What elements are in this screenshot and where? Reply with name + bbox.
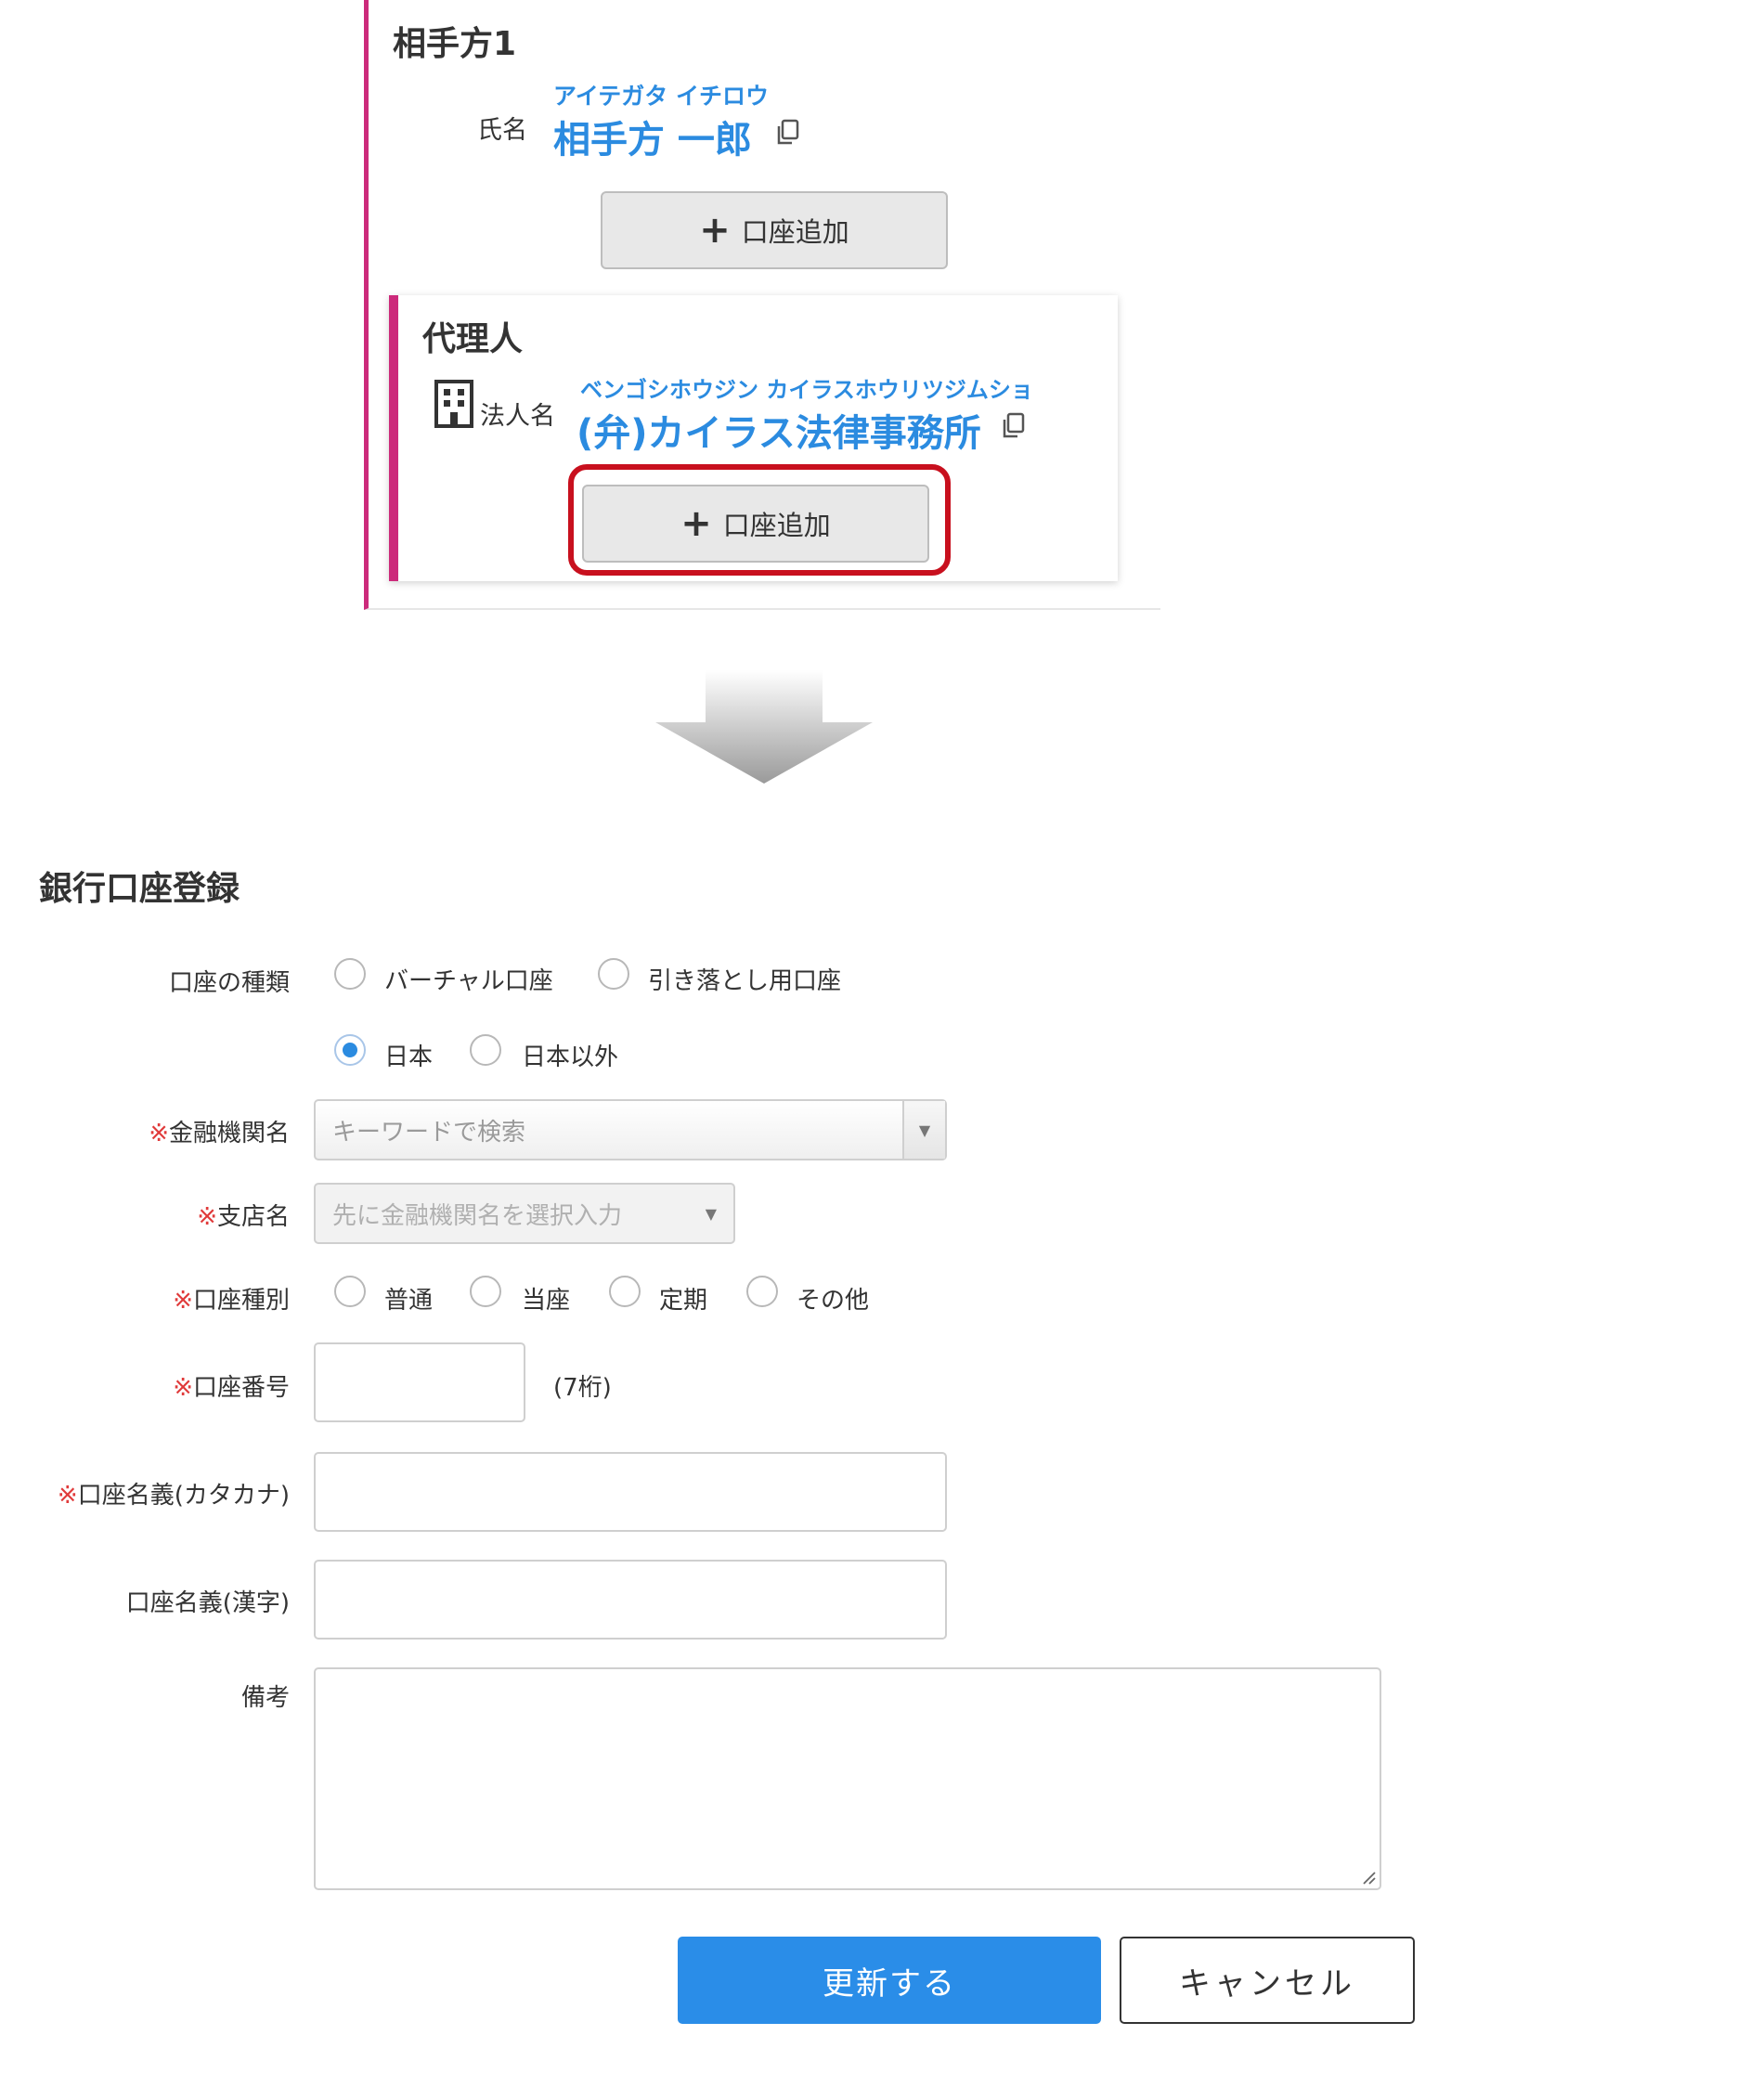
radio-debit-account[interactable] <box>598 958 629 990</box>
corp-name: (弁)カイラス法律事務所 <box>577 412 981 455</box>
bank-label: ※金融機関名 <box>149 1120 290 1147</box>
bank-search-placeholder: キーワードで検索 <box>332 1118 526 1147</box>
radio-outside-japan[interactable] <box>470 1034 501 1066</box>
remarks-label: 備考 <box>240 1684 290 1712</box>
account-number-hint: (7桁) <box>553 1374 612 1402</box>
add-account-label: 口座追加 <box>741 216 849 248</box>
option-other: その他 <box>797 1287 870 1315</box>
bank-search-select[interactable]: キーワードで検索 ▼ <box>314 1099 947 1160</box>
plus-icon: + <box>699 209 731 252</box>
holder-kana-label: ※口座名義(カタカナ) <box>57 1482 290 1510</box>
copy-icon[interactable] <box>774 119 800 147</box>
party-title: 相手方1 <box>393 25 517 63</box>
cancel-button[interactable]: キャンセル <box>1120 1937 1415 2024</box>
branch-label: ※支店名 <box>197 1203 290 1231</box>
option-checking: 当座 <box>522 1287 571 1315</box>
copy-icon[interactable] <box>1000 412 1026 440</box>
party-add-account-button[interactable]: + 口座追加 <box>601 191 948 269</box>
branch-select[interactable]: 先に金融機関名を選択入力 ▼ <box>314 1183 735 1244</box>
remarks-textarea[interactable] <box>314 1667 1381 1890</box>
radio-other[interactable] <box>746 1276 778 1307</box>
account-number-label: ※口座番号 <box>173 1374 290 1402</box>
option-outside-japan: 日本以外 <box>522 1044 619 1071</box>
option-japan: 日本 <box>384 1044 434 1071</box>
account-type-label: ※口座種別 <box>173 1287 290 1315</box>
radio-virtual-account[interactable] <box>334 958 366 990</box>
holder-kanji-label: 口座名義(漢字) <box>125 1589 290 1617</box>
radio-japan[interactable] <box>334 1034 366 1066</box>
name-kana: アイテガタ イチロウ <box>553 83 769 110</box>
radio-fixed[interactable] <box>609 1276 641 1307</box>
holder-kanji-input[interactable] <box>314 1560 947 1640</box>
agent-title: 代理人 <box>422 320 524 358</box>
chevron-down-icon[interactable]: ▼ <box>902 1101 945 1159</box>
branch-placeholder: 先に金融機関名を選択入力 <box>332 1201 623 1230</box>
party-name: 相手方 一郎 <box>553 119 752 162</box>
option-ordinary: 普通 <box>384 1287 434 1315</box>
radio-checking[interactable] <box>470 1276 501 1307</box>
corp-label: 法人名 <box>480 402 555 431</box>
down-arrow-icon <box>655 670 873 784</box>
building-icon <box>434 380 473 428</box>
name-label: 氏名 <box>477 116 527 145</box>
option-fixed: 定期 <box>659 1287 708 1315</box>
option-virtual-account: バーチャル口座 <box>384 967 553 995</box>
resize-grip-icon[interactable] <box>1361 1870 1376 1885</box>
account-number-input[interactable] <box>314 1342 525 1422</box>
form-title: 銀行口座登録 <box>39 870 240 908</box>
holder-kana-input[interactable] <box>314 1452 947 1532</box>
update-button[interactable]: 更新する <box>678 1937 1101 2024</box>
option-debit-account: 引き落とし用口座 <box>648 967 842 995</box>
highlight-frame <box>568 464 951 576</box>
radio-ordinary[interactable] <box>334 1276 366 1307</box>
chevron-down-icon: ▼ <box>705 1204 717 1223</box>
account-kind-label: 口座の種類 <box>168 969 290 997</box>
corp-kana: ベンゴシホウジン カイラスホウリツジムショ <box>580 377 1033 403</box>
